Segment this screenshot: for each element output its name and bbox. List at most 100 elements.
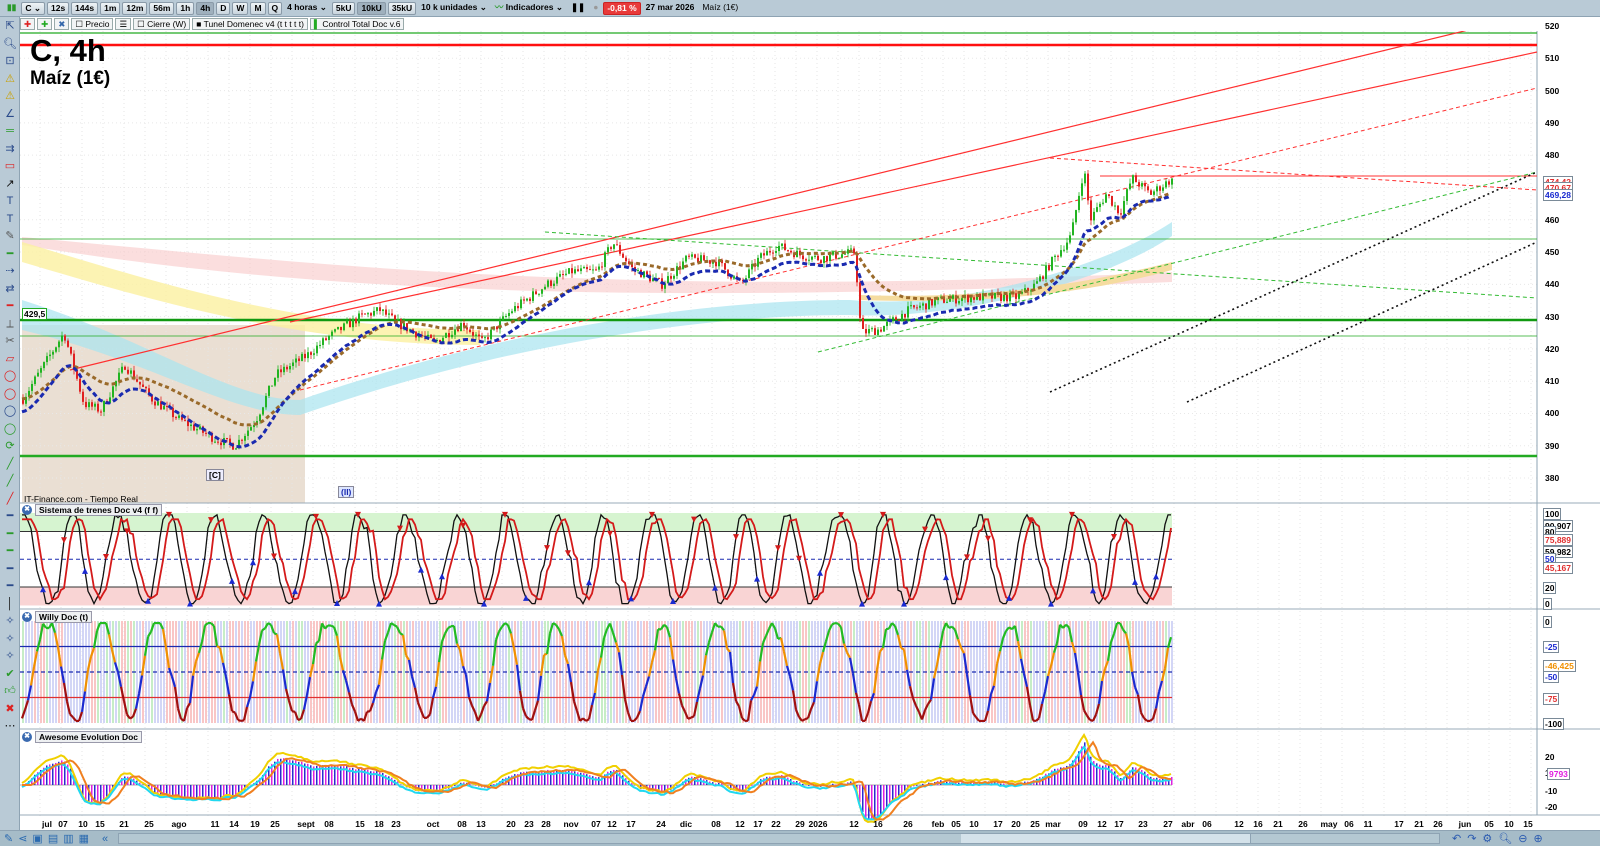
remove-icon[interactable]: ✚ xyxy=(20,18,36,30)
units-select[interactable]: 10 k unidades ⌄ xyxy=(418,2,490,15)
drawing-tool-icon[interactable]: ━ xyxy=(2,561,18,578)
drawing-tool-icon[interactable]: ⊡ xyxy=(2,53,18,70)
candle xyxy=(49,354,51,357)
bottom-tools-icons[interactable]: ✎⋖▣▤▥▦ « xyxy=(4,832,113,845)
willy-line-segment xyxy=(885,627,890,631)
candle xyxy=(607,247,609,253)
record-icon[interactable]: ● xyxy=(590,2,601,15)
pane-title: Sistema de trenes Doc v4 (f f) xyxy=(35,504,163,516)
zoom-controls-icons[interactable]: ↶↷⚙🔍︎⊖⊕ xyxy=(1452,832,1549,845)
drawing-tool-icon[interactable]: ━ xyxy=(2,578,18,595)
drawing-tool-icon[interactable]: ▱ xyxy=(2,351,18,368)
date-tick: 21 xyxy=(119,819,129,829)
scrollbar-thumb[interactable] xyxy=(961,834,1251,843)
drawing-tool-icon[interactable]: ◯ xyxy=(2,421,18,438)
interval-144s[interactable]: 144s xyxy=(71,1,99,15)
drawing-tool-icon[interactable]: ━ xyxy=(2,298,18,315)
level-label: 429,5 xyxy=(22,308,48,320)
drawing-tool-icon[interactable]: ━ xyxy=(2,526,18,543)
drawing-tool-icon[interactable]: ⇢ xyxy=(2,263,18,280)
drawing-tool-icon[interactable]: ━ xyxy=(2,246,18,263)
close-pane-icon[interactable]: ✖ xyxy=(22,732,32,742)
signal-stripe xyxy=(445,621,447,723)
period-select[interactable]: 4 horas ⌄ xyxy=(284,2,330,15)
drawing-tool-icon[interactable]: ⇉ xyxy=(2,141,18,158)
candle xyxy=(877,329,879,335)
symbol-select[interactable]: C ⌄ xyxy=(21,1,45,15)
drawing-tool-icon[interactable]: ⇱ xyxy=(2,18,18,35)
interval-56m[interactable]: 56m xyxy=(149,1,175,15)
chart-canvas[interactable] xyxy=(20,31,1600,831)
date-tick: 05 xyxy=(1484,819,1494,829)
drawing-tool-icon[interactable]: T xyxy=(2,193,18,210)
volume-35kU[interactable]: 35kU xyxy=(387,1,417,15)
drawing-tool-icon[interactable]: ⇄ xyxy=(2,281,18,298)
drawing-tool-icon[interactable]: ━ xyxy=(2,508,18,525)
interval-Q[interactable]: Q xyxy=(267,1,283,15)
drawing-tool-icon[interactable]: ✧ xyxy=(2,613,18,630)
interval-12m[interactable]: 12m xyxy=(122,1,148,15)
candle xyxy=(685,255,687,262)
drawing-tool-icon[interactable]: ✧ xyxy=(2,631,18,648)
drawing-tool-icon[interactable]: ⟳ xyxy=(2,438,18,455)
drawing-tool-icon[interactable]: │ xyxy=(2,596,18,613)
drawing-tool-icon[interactable]: ╱ xyxy=(2,491,18,508)
indicators-button[interactable]: 〰 Indicadores ⌄ xyxy=(492,2,566,15)
list-icon[interactable]: ☰ xyxy=(115,18,132,30)
signal-stripe xyxy=(1117,621,1119,723)
legend-precio[interactable]: ☐ Precio xyxy=(71,18,114,30)
signal-stripe xyxy=(976,621,978,723)
drawing-tool-icon[interactable]: ✂ xyxy=(2,333,18,350)
add-icon[interactable]: ✚ xyxy=(37,18,53,30)
close-pane-icon[interactable]: ✖ xyxy=(22,612,32,622)
drawing-tool-icon[interactable]: ═ xyxy=(2,123,18,140)
drawing-tool-icon[interactable]: ✎ xyxy=(2,228,18,245)
drawing-tool-icon[interactable]: 👍︎ xyxy=(2,683,18,700)
drawing-tool-icon[interactable]: ✔ xyxy=(2,666,18,683)
interval-1m[interactable]: 1m xyxy=(100,1,121,15)
close-icon[interactable]: ✖ xyxy=(54,18,70,30)
drawing-tool-icon[interactable]: ⚠ xyxy=(2,71,18,88)
interval-D[interactable]: D xyxy=(216,1,231,15)
legend-tunel[interactable]: ■ Tunel Domenec v4 (t t t t t) xyxy=(192,18,308,30)
interval-4h[interactable]: 4h xyxy=(196,1,215,15)
signal-stripe xyxy=(388,621,390,723)
candle xyxy=(91,402,93,407)
interval-W[interactable]: W xyxy=(232,1,249,15)
signal-stripe xyxy=(718,621,720,723)
volume-10kU[interactable]: 10kU xyxy=(357,1,386,15)
candle xyxy=(898,319,900,321)
volume-5kU[interactable]: 5kU xyxy=(331,1,356,15)
horizontal-scrollbar[interactable] xyxy=(118,833,1440,844)
candle xyxy=(544,286,546,290)
chart-type-icon[interactable]: ▮▮ xyxy=(4,2,19,15)
drawing-tool-icon[interactable]: ✖ xyxy=(2,701,18,718)
drawing-tool-icon[interactable]: ✧ xyxy=(2,648,18,665)
interval-1h[interactable]: 1h xyxy=(176,1,195,15)
drawing-tool-icon[interactable]: ↗ xyxy=(2,176,18,193)
close-pane-icon[interactable]: ✖ xyxy=(22,505,32,515)
drawing-tool-icon[interactable]: ∠ xyxy=(2,106,18,123)
drawing-tool-icon[interactable]: ▭ xyxy=(2,158,18,175)
legend-control[interactable]: ▌ Control Total Doc v.6 xyxy=(309,18,405,30)
drawing-tool-icon[interactable]: ⋯ xyxy=(2,718,18,735)
drawing-tool-icon[interactable]: ◯ xyxy=(2,386,18,403)
willy-line-segment xyxy=(543,652,548,656)
drawing-tool-icon[interactable]: ━ xyxy=(2,543,18,560)
drawing-tool-icon[interactable]: ╱ xyxy=(2,473,18,490)
candle xyxy=(1159,186,1161,191)
pause-icon[interactable]: ❚❚ xyxy=(568,2,588,15)
drawing-tool-icon[interactable]: ◯ xyxy=(2,403,18,420)
interval-M[interactable]: M xyxy=(250,1,266,15)
candle xyxy=(691,254,693,257)
drawing-tool-icon[interactable]: T xyxy=(2,211,18,228)
drawing-tool-icon[interactable]: 🔍︎ xyxy=(2,36,18,53)
drawing-tool-icon[interactable]: ⚠ xyxy=(2,88,18,105)
interval-12s[interactable]: 12s xyxy=(46,1,70,15)
drawing-tool-icon[interactable]: ╱ xyxy=(2,456,18,473)
candle xyxy=(1150,190,1152,195)
legend-cierre[interactable]: ☐ Cierre (W) xyxy=(133,18,191,30)
candle xyxy=(547,280,549,287)
drawing-tool-icon[interactable]: ◯ xyxy=(2,368,18,385)
drawing-tool-icon[interactable]: ⟂ xyxy=(2,316,18,333)
